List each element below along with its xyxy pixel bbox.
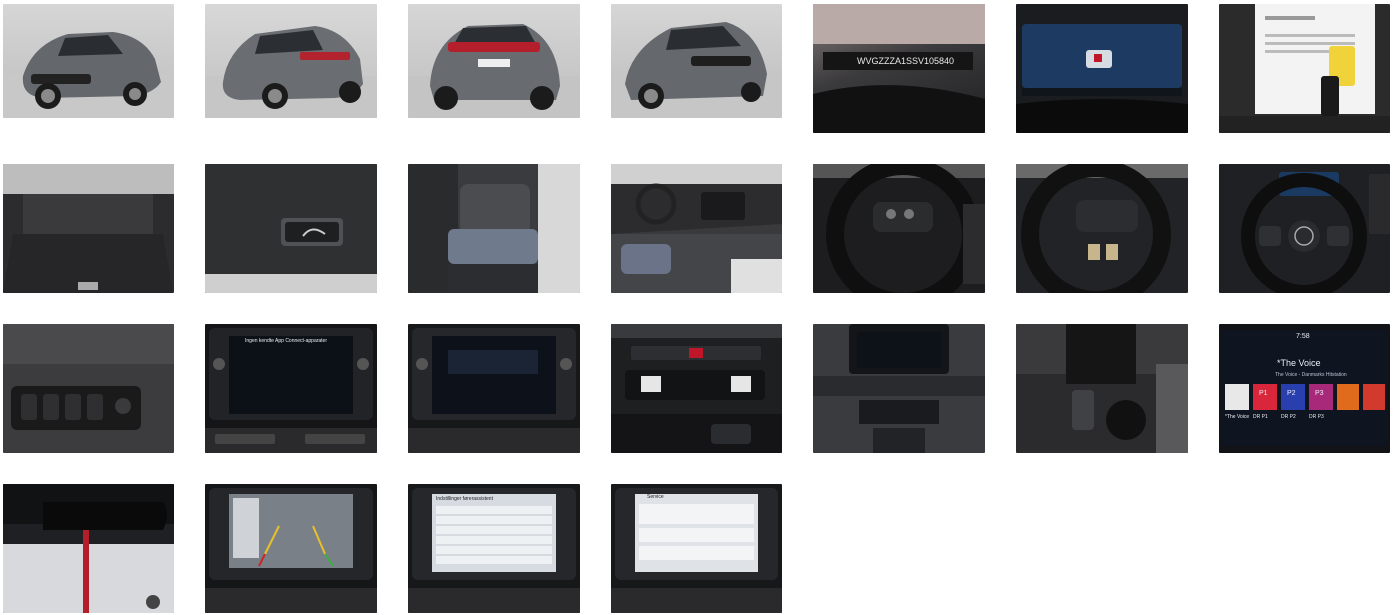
tailgate-button-icon — [205, 164, 377, 293]
preset-p3: P3 — [1315, 390, 1324, 397]
photo-tailgate-button[interactable] — [205, 164, 377, 293]
infotainment-screen-icon — [611, 488, 782, 613]
radio-time: 7:58 — [1296, 333, 1310, 340]
photo-infotainment-settings[interactable]: Indstillinger førerassistent — [408, 484, 580, 613]
infotainment-screen-icon — [1221, 330, 1388, 446]
climate-panel-icon — [611, 324, 782, 453]
car-exterior-icon — [611, 22, 782, 118]
photo-vin-plate[interactable]: WVGZZZA1SSV105840 — [813, 4, 985, 133]
car-exterior-icon — [205, 26, 377, 118]
radio-title: *The Voice — [1277, 358, 1321, 368]
console-icon — [813, 324, 985, 453]
service-title: Service — [647, 494, 664, 500]
photo-steering-wheel[interactable] — [1219, 164, 1390, 293]
photo-steering-wheel-right[interactable] — [1016, 164, 1188, 293]
photo-rear[interactable] — [408, 4, 580, 118]
photo-climate-panel[interactable] — [611, 324, 782, 453]
trunk-icon — [3, 164, 174, 293]
steering-wheel-icon — [1241, 172, 1390, 293]
steering-wheel-icon — [1016, 164, 1188, 293]
vin-text: WVGZZZA1SSV105840 — [857, 56, 955, 66]
mirror-icon — [3, 484, 174, 613]
radio-subtitle: The Voice - Danmarks Hitstation — [1275, 372, 1347, 378]
photo-front[interactable] — [611, 4, 782, 118]
car-exterior-icon — [408, 24, 580, 118]
infotainment-screen-icon — [408, 328, 580, 453]
preset-label-1: DR P1 — [1253, 414, 1268, 420]
photo-gallery: WVGZZZA1SSV105840 Ingen kendte App Conne… — [0, 0, 1397, 615]
photo-rearview-mirror[interactable] — [3, 484, 174, 613]
camera-view-icon — [205, 488, 377, 613]
photo-center-console[interactable] — [813, 324, 985, 453]
photo-infotainment-message[interactable] — [408, 324, 580, 453]
photo-rear-three-quarter[interactable] — [205, 4, 377, 118]
app-connect-title: Ingen kendte App Connect-apparater — [245, 338, 328, 344]
photo-steering-wheel-left[interactable] — [813, 164, 985, 293]
preset-p1: P1 — [1259, 390, 1268, 397]
document-icon — [1219, 4, 1390, 133]
preset-label-3: DR P3 — [1309, 414, 1324, 420]
radio-station-short: *The Voice — [1225, 414, 1250, 420]
preset-p2: P2 — [1287, 390, 1296, 397]
car-exterior-icon — [3, 32, 174, 118]
photo-cupholders[interactable] — [1016, 324, 1188, 453]
photo-rear-seats[interactable] — [408, 164, 580, 293]
window-switch-icon — [3, 324, 174, 430]
photo-infotainment-service[interactable]: Service — [611, 484, 782, 613]
photo-infotainment-app-connect[interactable]: Ingen kendte App Connect-apparater — [205, 324, 377, 453]
cockpit-display-icon — [1016, 24, 1188, 133]
photo-dashboard-passenger[interactable] — [611, 164, 782, 293]
photo-digital-cockpit[interactable] — [1016, 4, 1188, 133]
preset-label-2: DR P2 — [1281, 414, 1296, 420]
seat-icon — [408, 164, 580, 293]
cupholder-icon — [1016, 324, 1188, 453]
infotainment-screen-icon — [408, 488, 580, 613]
photo-rear-camera[interactable] — [205, 484, 377, 613]
photo-window-switches[interactable] — [3, 324, 174, 453]
steering-wheel-icon — [813, 164, 985, 293]
dashboard-icon — [611, 164, 782, 293]
photo-front-three-quarter[interactable] — [3, 4, 174, 118]
photo-documents-and-keys[interactable] — [1219, 4, 1390, 133]
photo-infotainment-radio[interactable]: 7:58 *The Voice The Voice - Danmarks Hit… — [1219, 324, 1390, 453]
photo-trunk[interactable] — [3, 164, 174, 293]
windshield-icon — [813, 4, 985, 133]
settings-title: Indstillinger førerassistent — [436, 496, 493, 502]
